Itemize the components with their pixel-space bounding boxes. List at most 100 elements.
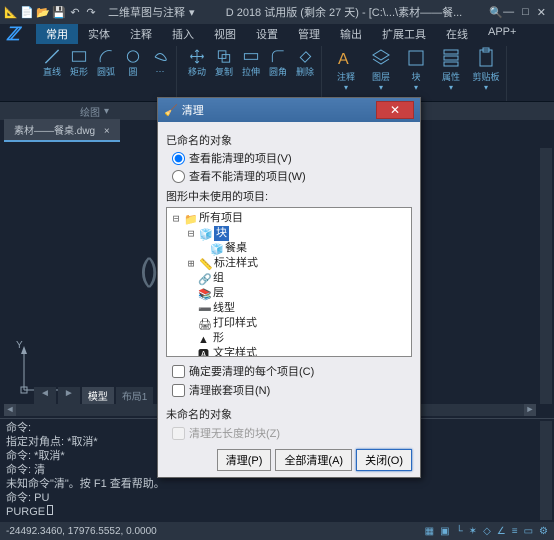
doc-tab[interactable]: 素材——餐桌.dwg × [4, 119, 120, 142]
tab-solid[interactable]: 实体 [78, 24, 120, 44]
svg-text:Y: Y [16, 340, 23, 351]
plotstyle-icon: 🖨 [198, 318, 210, 330]
shape-icon: ▲ [198, 333, 210, 345]
erase-tool[interactable]: 删除 [293, 46, 317, 78]
block-tool[interactable]: 块▾ [400, 46, 432, 92]
tab-output[interactable]: 输出 [330, 24, 372, 44]
model-tab[interactable]: 模型 [82, 387, 114, 404]
window-title: D 2018 试用版 (剩余 27 天) - [C:\...\素材——餐... [199, 4, 490, 20]
stretch-tool[interactable]: 拉伸 [239, 46, 263, 78]
status-toggles: ▦ ▣ └ ✶ ◇ ∠ ≡ ▭ ⚙ [425, 526, 548, 537]
statusbar: -24492.3460, 17976.5552, 0.0000 ▦ ▣ └ ✶ … [0, 522, 554, 540]
logo-icon: ℤ [6, 24, 19, 45]
ribbon: 直线 矩形 圆弧 圆 ⋯ 移动 复制 拉伸 圆角 删除 A注释▾ 图层▾ 块▾ … [0, 44, 554, 102]
polar-icon[interactable]: ✶ [469, 526, 477, 537]
collapse-icon[interactable]: ⊟ [186, 226, 196, 241]
confirm-each-checkbox[interactable]: 确定要清理的每个项目(C) [172, 363, 412, 379]
arrow-left-icon[interactable]: ◄ [34, 387, 56, 404]
radio-purgeable[interactable]: 查看能清理的项目(V) [172, 150, 412, 166]
expand-icon[interactable]: ⊞ [186, 256, 196, 271]
circle-tool[interactable]: 圆 [121, 46, 145, 78]
zero-length-checkbox[interactable]: 清理无长度的块(Z) [172, 425, 412, 441]
quick-access: 📐 📄 📂 💾 ↶ ↷ [4, 5, 98, 19]
radio-nonpurgeable[interactable]: 查看不能清理的项目(W) [172, 168, 412, 184]
arc-tool[interactable]: 圆弧 [94, 46, 118, 78]
lweight-icon[interactable]: ≡ [512, 526, 518, 537]
tree-item[interactable]: 线型 [213, 301, 235, 316]
doc-tab-close[interactable]: × [104, 126, 110, 137]
osnap-icon[interactable]: ◇ [483, 526, 491, 537]
tab-settings[interactable]: 设置 [246, 24, 288, 44]
tree-node-block[interactable]: 块 [214, 226, 229, 241]
snap-icon[interactable]: ▣ [440, 526, 449, 537]
cmd-scrollbar[interactable] [540, 421, 552, 520]
more-draw-tool[interactable]: ⋯ [148, 46, 172, 78]
tree-item[interactable]: 组 [213, 271, 224, 286]
textstyle-icon: 🅰 [198, 348, 210, 358]
dialog-icon: 🧹 [164, 104, 178, 117]
tree-root[interactable]: 所有项目 [199, 211, 243, 226]
open-icon[interactable]: 📂 [36, 5, 50, 19]
purge-button[interactable]: 清理(P) [217, 449, 272, 471]
unused-items-label: 图形中未使用的项目: [166, 188, 412, 204]
tree-item[interactable]: 形 [213, 331, 224, 346]
tab-online[interactable]: 在线 [436, 24, 478, 44]
ribbon-tabs: 常用 实体 注释 插入 视图 设置 管理 输出 扩展工具 在线 APP+ [36, 24, 554, 44]
save-icon[interactable]: 💾 [52, 5, 66, 19]
fillet-tool[interactable]: 圆角 [266, 46, 290, 78]
items-tree[interactable]: ⊟📁所有项目 ⊟🧊块 🧊餐桌 ⊞📏标注样式 🔗组 📚层 ➖线型 🖨打印样式 ▲形… [166, 207, 412, 357]
tree-item[interactable]: 文字样式 [213, 346, 257, 357]
cmd-line: 命令: PU [6, 491, 548, 505]
block-icon: 🧊 [199, 228, 211, 240]
ribbon-group-modify: 移动 复制 拉伸 圆角 删除 [181, 46, 322, 101]
dimstyle-icon: 📏 [199, 258, 211, 270]
tab-insert[interactable]: 插入 [162, 24, 204, 44]
tab-annot[interactable]: 注释 [120, 24, 162, 44]
ortho-icon[interactable]: └ [456, 526, 463, 537]
line-tool[interactable]: 直线 [40, 46, 64, 78]
undo-icon[interactable]: ↶ [68, 5, 82, 19]
minimize-button[interactable]: — [503, 6, 514, 19]
app-icon: 📐 [4, 5, 18, 19]
purge-all-button[interactable]: 全部清理(A) [275, 449, 352, 471]
clipboard-tool[interactable]: 剪贴板▾ [470, 46, 502, 92]
collapse-icon[interactable]: ⊟ [171, 211, 181, 226]
layout-tab[interactable]: 布局1 [116, 387, 154, 404]
track-icon[interactable]: ∠ [497, 526, 506, 537]
grid-icon[interactable]: ▦ [425, 526, 434, 537]
nested-checkbox[interactable]: 清理嵌套项目(N) [172, 382, 412, 398]
doc-tab-name: 素材——餐桌.dwg [14, 126, 95, 137]
search-icon[interactable]: 🔍 [489, 6, 503, 19]
tree-item[interactable]: 标注样式 [214, 256, 258, 271]
layer-tool[interactable]: 图层▾ [365, 46, 397, 92]
dialog-close-button[interactable]: ✕ [376, 101, 414, 119]
gear-icon[interactable]: ⚙ [539, 526, 548, 537]
redo-icon[interactable]: ↷ [84, 5, 98, 19]
dialog-titlebar[interactable]: 🧹 清理 ✕ [158, 98, 420, 122]
new-icon[interactable]: 📄 [20, 5, 34, 19]
cmd-prompt: PURGE [6, 505, 548, 519]
close-dialog-button[interactable]: 关闭(O) [356, 449, 412, 471]
arrow-right-icon[interactable]: ► [58, 387, 80, 404]
prop-tool[interactable]: 属性▾ [435, 46, 467, 92]
maximize-button[interactable]: □ [522, 6, 529, 19]
annot-tool[interactable]: A注释▾ [330, 46, 362, 92]
model-icon[interactable]: ▭ [524, 526, 533, 537]
close-button[interactable]: ✕ [537, 6, 546, 19]
copy-tool[interactable]: 复制 [212, 46, 236, 78]
tab-ext[interactable]: 扩展工具 [372, 24, 436, 44]
tab-common[interactable]: 常用 [36, 24, 78, 44]
workspace-label: 二维草图与注释 [108, 4, 185, 20]
scrollbar-vertical[interactable] [540, 148, 552, 404]
tab-manage[interactable]: 管理 [288, 24, 330, 44]
rect-tool[interactable]: 矩形 [67, 46, 91, 78]
coords-readout: -24492.3460, 17976.5552, 0.0000 [6, 526, 157, 537]
tab-view[interactable]: 视图 [204, 24, 246, 44]
move-tool[interactable]: 移动 [185, 46, 209, 78]
tree-item[interactable]: 打印样式 [213, 316, 257, 331]
ribbon-group-draw: 直线 矩形 圆弧 圆 ⋯ [36, 46, 177, 101]
tree-item[interactable]: 层 [213, 286, 224, 301]
unnamed-objects-label: 未命名的对象 [166, 406, 412, 422]
tree-item[interactable]: 餐桌 [225, 241, 247, 256]
tab-app[interactable]: APP+ [478, 24, 526, 44]
